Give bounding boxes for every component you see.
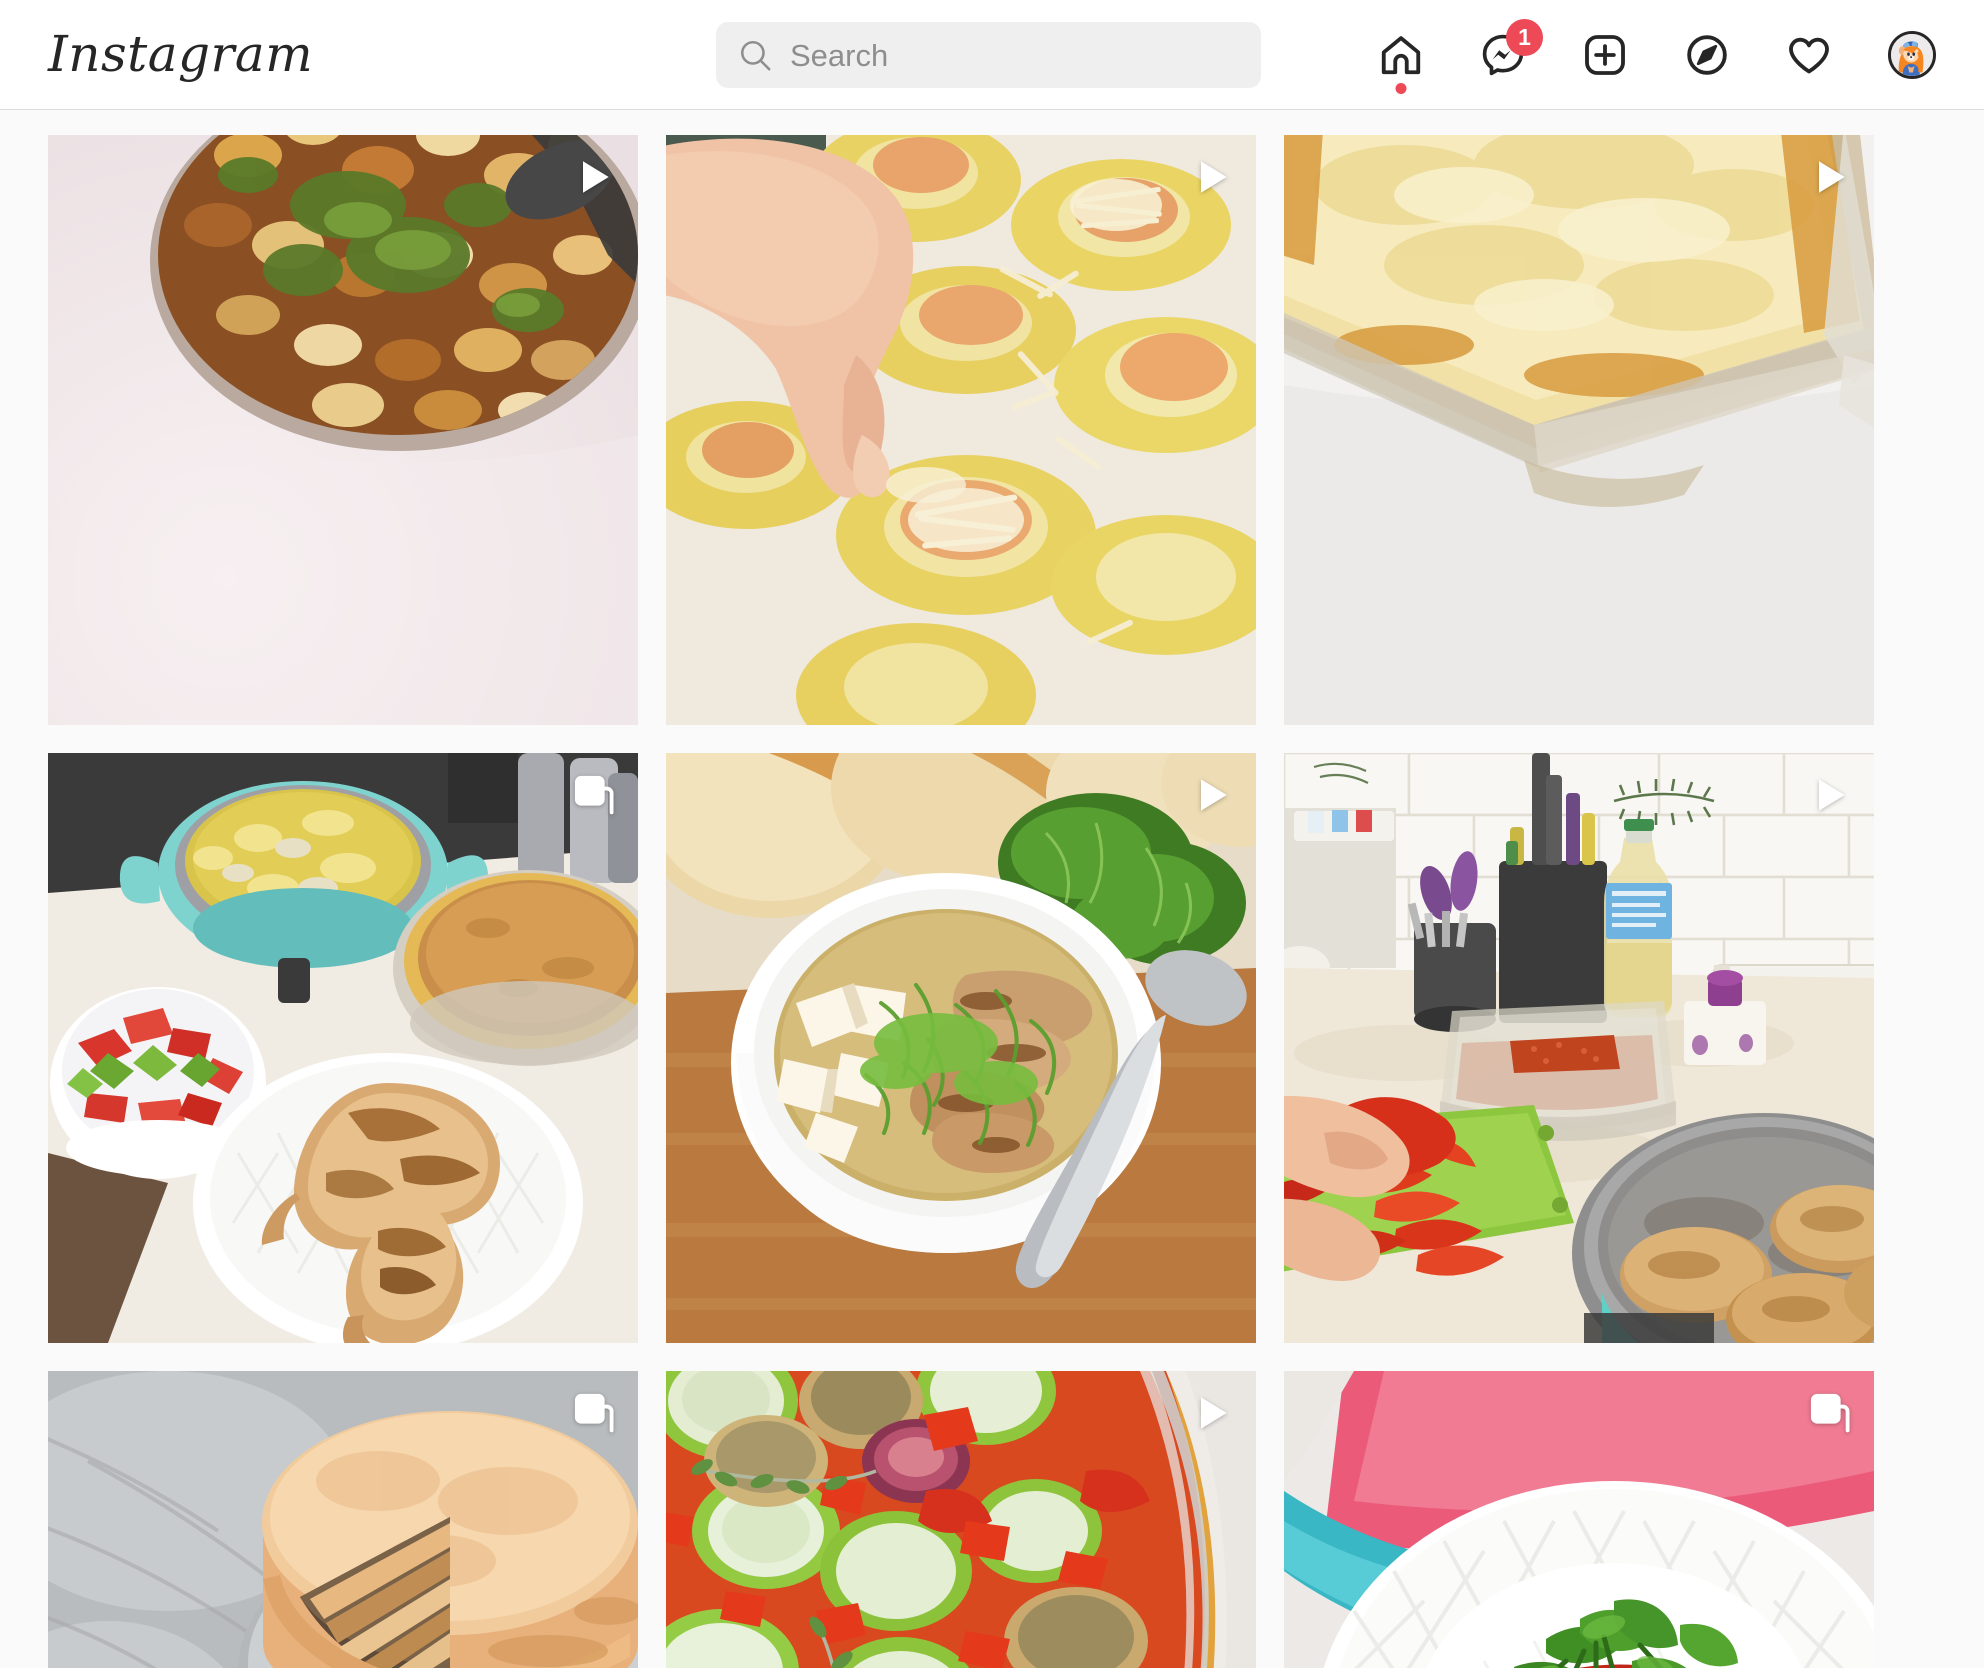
post-tile[interactable] xyxy=(48,1371,638,1668)
search-placeholder: Search xyxy=(790,37,889,73)
search-input[interactable]: Search xyxy=(716,22,1261,88)
profile-post-grid xyxy=(0,110,1984,1668)
app-header: Instagram Search 1 xyxy=(0,0,1984,110)
header-nav: 1 xyxy=(1378,0,1936,110)
nav-new-post-button[interactable] xyxy=(1582,32,1628,78)
post-tile[interactable] xyxy=(48,135,638,725)
post-tile[interactable] xyxy=(666,135,1256,725)
nav-explore-button[interactable] xyxy=(1684,32,1730,78)
post-tile[interactable] xyxy=(48,753,638,1343)
post-tile[interactable] xyxy=(666,1371,1256,1668)
messages-badge: 1 xyxy=(1506,19,1543,56)
post-tile[interactable] xyxy=(1284,135,1874,725)
post-tile[interactable] xyxy=(1284,753,1874,1343)
avatar[interactable] xyxy=(1888,31,1936,79)
home-unread-dot xyxy=(1395,83,1407,94)
nav-home-button[interactable] xyxy=(1378,32,1424,94)
post-tile[interactable] xyxy=(666,753,1256,1343)
post-tile[interactable] xyxy=(1284,1371,1874,1668)
nav-activity-button[interactable] xyxy=(1786,32,1832,78)
nav-messages-button[interactable]: 1 xyxy=(1480,19,1543,78)
search-icon xyxy=(738,38,772,72)
instagram-logo[interactable]: Instagram xyxy=(48,24,313,82)
